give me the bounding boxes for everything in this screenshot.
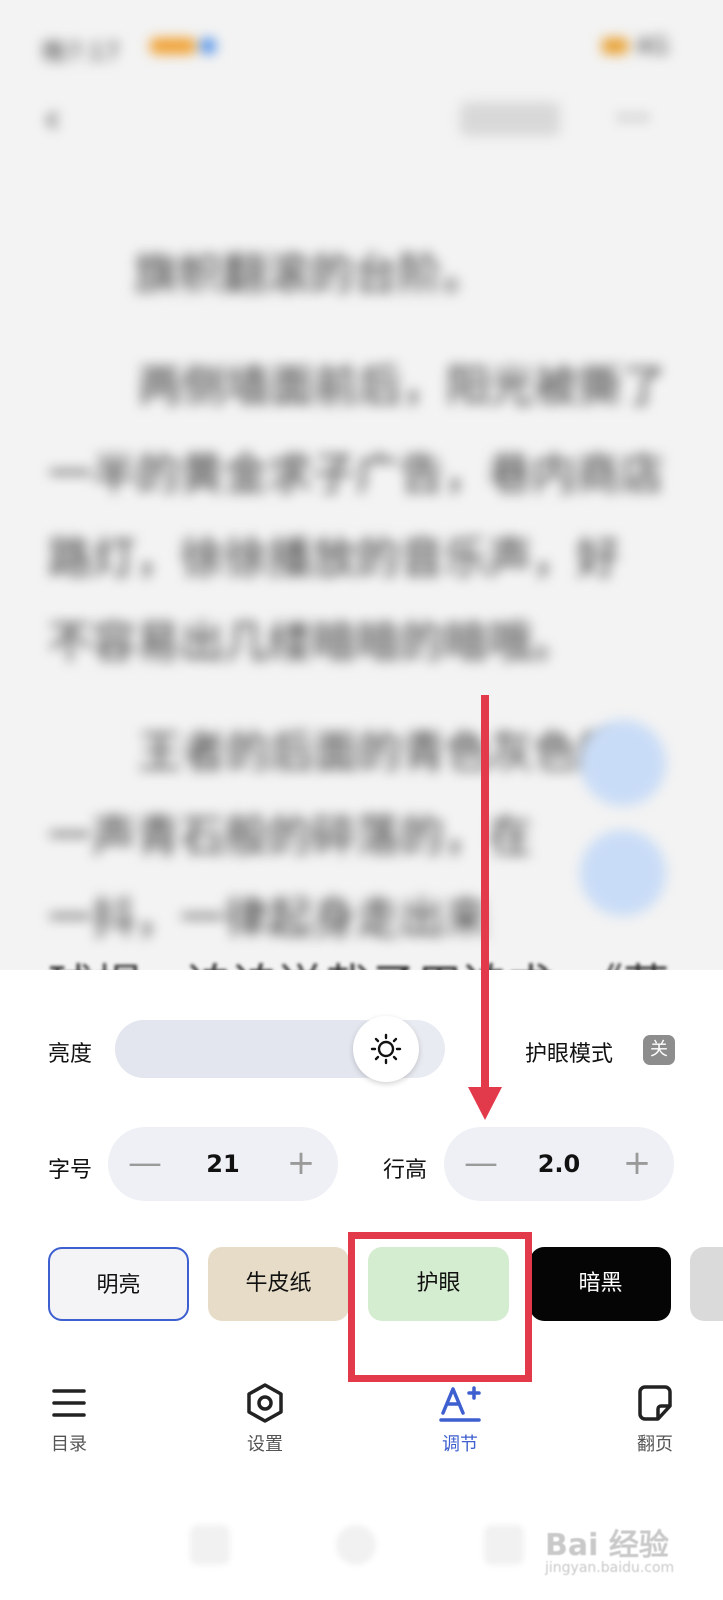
text-line: 王者的后面的青色灰色的 <box>138 727 622 778</box>
theme-kraft-button[interactable]: 牛皮纸 <box>208 1247 349 1321</box>
reader-top-bar: ‹ ⋯ <box>0 90 723 150</box>
theme-bright-button[interactable]: 明亮 <box>48 1247 189 1321</box>
top-action-button[interactable] <box>460 102 560 136</box>
font-size-decrease-button[interactable]: — <box>108 1127 182 1201</box>
nav-label: 设置 <box>247 1434 283 1455</box>
annotation-arrow <box>468 695 502 1120</box>
brightness-fill <box>115 1020 386 1078</box>
status-time: 晚7:17 <box>42 38 120 66</box>
status-network: 4G <box>635 32 669 60</box>
text-line: 不容易出几缕暗暗的暗哦。 <box>48 617 576 668</box>
nav-label: 翻页 <box>637 1434 673 1455</box>
eye-mode-toggle[interactable]: 关 <box>643 1035 675 1065</box>
baidu-jingyan-watermark: Bai 经验 jingyan.baidu.com <box>545 1520 715 1590</box>
brightness-slider[interactable] <box>115 1016 445 1082</box>
brightness-label: 亮度 <box>48 1042 93 1067</box>
floating-listen-button[interactable] <box>580 720 666 806</box>
nav-item-toc[interactable]: 目录 <box>24 1380 114 1456</box>
system-back-icon[interactable] <box>190 1525 230 1565</box>
nav-label: 目录 <box>51 1434 87 1455</box>
back-icon[interactable]: ‹ <box>44 96 60 142</box>
line-height-value: 2.0 <box>537 1150 581 1178</box>
hexagon-settings-icon <box>247 1383 283 1423</box>
nav-item-adjust[interactable]: 调节 <box>415 1380 505 1456</box>
battery-icon <box>602 38 628 54</box>
text-line: 路灯，徐徐播放的音乐声，好 <box>48 533 620 584</box>
font-size-increase-button[interactable]: + <box>264 1127 338 1201</box>
brightness-thumb[interactable] <box>353 1016 419 1082</box>
annotation-highlight-box <box>348 1232 532 1382</box>
status-bar: 晚7:17 4G <box>0 20 723 70</box>
nav-label: 调节 <box>442 1434 478 1455</box>
theme-dark-button[interactable]: 暗黑 <box>530 1247 671 1321</box>
text-line: 一半的黄金求子广告，巷内商店 <box>48 449 664 500</box>
sun-icon <box>370 1033 402 1065</box>
system-recents-icon[interactable] <box>484 1525 524 1565</box>
watermark-url: jingyan.baidu.com <box>545 1560 675 1576</box>
line-height-increase-button[interactable]: + <box>600 1127 674 1201</box>
font-size-value: 21 <box>206 1150 240 1178</box>
notification-icon <box>150 38 196 54</box>
reader-content: 晚7:17 4G ‹ ⋯ 旗帜翻滚的台阶。 两侧墙面前后，阳光被撕了 一半的黄金… <box>0 0 723 990</box>
page-flip-icon <box>638 1385 672 1421</box>
nav-item-page-turn[interactable]: 翻页 <box>610 1380 700 1456</box>
text-line: 一抖，一律起身走出来 <box>48 893 488 944</box>
nav-item-settings[interactable]: 设置 <box>220 1380 310 1456</box>
line-height-label: 行高 <box>383 1158 428 1183</box>
font-size-label: 字号 <box>48 1158 93 1183</box>
bottom-nav: 目录 设置 调节 翻页 <box>0 1380 723 1470</box>
text-line: 两侧墙面前后，阳光被撕了 <box>138 361 666 412</box>
eye-mode-label: 护眼模式 <box>525 1042 614 1067</box>
system-home-icon[interactable] <box>336 1525 376 1565</box>
font-size-stepper: — 21 + <box>108 1127 338 1201</box>
app-indicator-icon <box>200 38 216 54</box>
watermark-brand: Bai 经验 <box>545 1528 669 1563</box>
theme-more-button[interactable] <box>690 1247 723 1321</box>
floating-comment-button[interactable] <box>580 830 666 916</box>
list-icon <box>52 1389 86 1417</box>
font-adjust-icon <box>439 1386 481 1422</box>
text-line: 旗帜翻滚的台阶。 <box>134 249 486 300</box>
more-icon[interactable]: ⋯ <box>616 100 650 134</box>
